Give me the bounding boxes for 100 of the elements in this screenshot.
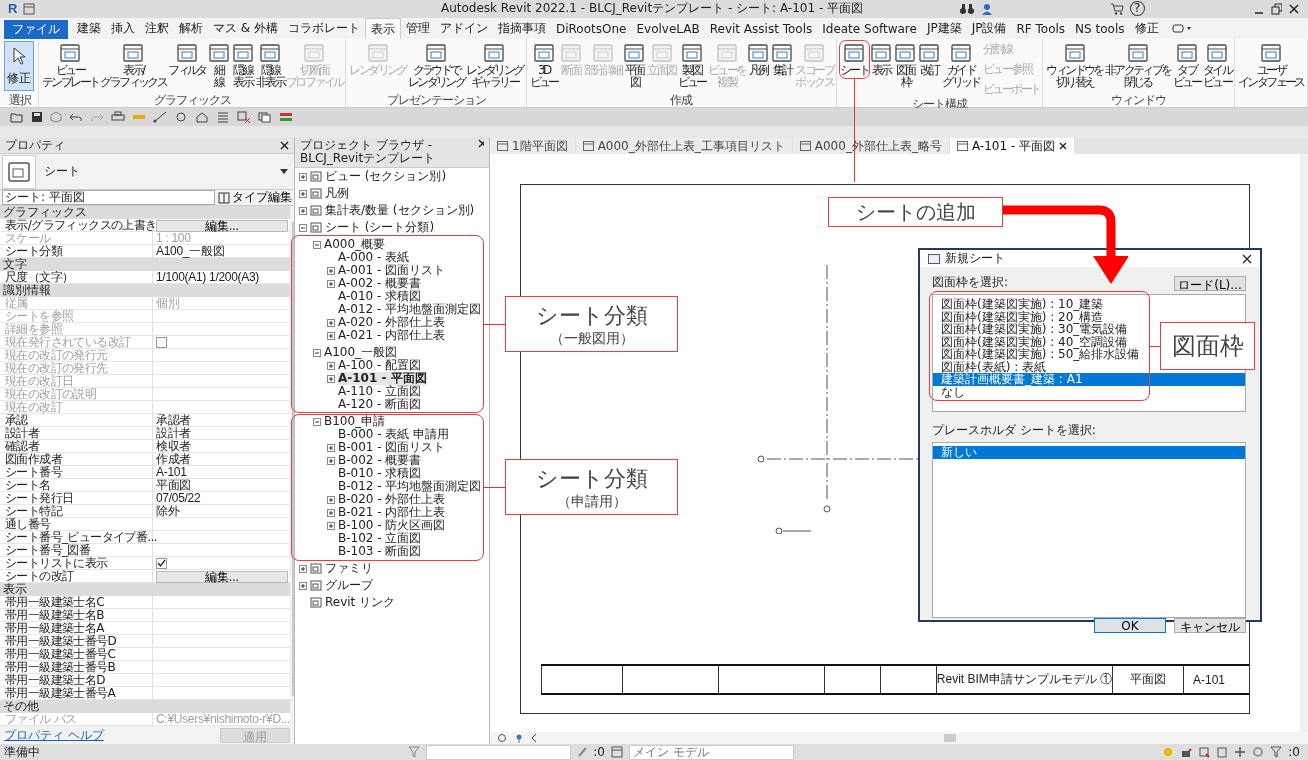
expander-icon[interactable] bbox=[327, 331, 335, 340]
workset-dropdown[interactable]: メイン モデル bbox=[629, 744, 794, 760]
ribbon-tab[interactable]: 注釈 bbox=[140, 17, 174, 40]
ribbon-tab[interactable]: NS tools bbox=[1070, 17, 1130, 40]
ribbon-tab[interactable]: 指摘事項 bbox=[493, 17, 551, 40]
ribbon-tab[interactable]: 修正 bbox=[1129, 17, 1164, 40]
tag-icon[interactable] bbox=[174, 111, 188, 124]
tree-item[interactable]: A-101 - 平面図 bbox=[338, 372, 427, 385]
list-item[interactable]: なし bbox=[933, 385, 967, 398]
modify-button[interactable]: 修正 bbox=[4, 41, 34, 92]
ok-button[interactable]: OK bbox=[1094, 618, 1166, 633]
close-icon[interactable] bbox=[478, 139, 484, 148]
expander-icon[interactable] bbox=[327, 508, 335, 517]
ribbon-tab[interactable]: EvolveLAB bbox=[631, 17, 705, 40]
expander-icon[interactable] bbox=[299, 564, 307, 573]
tree-item[interactable]: A-110 - 立面図 bbox=[338, 385, 422, 398]
section-header[interactable]: その他 bbox=[0, 700, 290, 713]
scrollbar[interactable] bbox=[291, 222, 294, 696]
tree-item[interactable]: B-103 - 断面図 bbox=[338, 545, 422, 558]
tree-item[interactable]: B-012 - 平均地盤面測定図 bbox=[338, 480, 482, 493]
tree-item[interactable]: A000_概要 bbox=[324, 238, 386, 251]
ribbon-tool[interactable]: 改訂 bbox=[917, 41, 942, 78]
file-tab[interactable]: ファイル bbox=[4, 19, 68, 40]
section-header[interactable]: 文字 bbox=[0, 258, 290, 271]
list-item[interactable]: 図面枠(建築図実施) : 10_建築 bbox=[933, 298, 1106, 311]
ribbon-tool[interactable]: ユーザ インタフェース bbox=[1236, 41, 1305, 90]
pencil-icon[interactable] bbox=[577, 746, 588, 758]
tree-item[interactable]: A-120 - 断面図 bbox=[338, 398, 422, 411]
navigation-icon[interactable] bbox=[496, 733, 508, 743]
expander-icon[interactable] bbox=[299, 223, 307, 232]
checkbox[interactable] bbox=[156, 558, 167, 569]
expander-icon[interactable] bbox=[327, 495, 335, 504]
list-item[interactable]: 図面枠(建築図実施) : 40_空調設備 bbox=[933, 335, 1130, 348]
expander-icon[interactable] bbox=[327, 521, 335, 530]
tree-item[interactable]: A-001 - 図面リスト bbox=[338, 264, 446, 277]
tree-item[interactable]: B-000 - 表紙 申請用 bbox=[338, 428, 450, 441]
view-tab[interactable]: A000_外部仕上表_工事項目リスト bbox=[575, 138, 792, 154]
ribbon-tool[interactable]: ウィンドウを 切り替え bbox=[1045, 41, 1104, 90]
close-icon[interactable] bbox=[1242, 253, 1252, 264]
ribbon-tool[interactable]: タイル ビュー bbox=[1201, 41, 1232, 90]
face-select-icon[interactable] bbox=[1216, 746, 1229, 758]
tree-item[interactable]: B-002 - 概要書 bbox=[338, 454, 422, 467]
tree-item[interactable]: A100_一般図 bbox=[324, 346, 398, 359]
expander-icon[interactable] bbox=[327, 279, 335, 288]
expander-icon[interactable] bbox=[313, 417, 321, 426]
restore-icon[interactable] bbox=[1270, 2, 1283, 15]
list-item[interactable]: 建築計画概要書_建築 : A1 bbox=[933, 373, 1245, 386]
close-icon[interactable] bbox=[1059, 142, 1068, 150]
instance-dropdown[interactable]: シート: 平面図 bbox=[2, 190, 215, 205]
cancel-button[interactable]: キャンセル bbox=[1174, 618, 1246, 633]
ribbon-tool[interactable]: クラウドで レンダリング bbox=[406, 41, 466, 90]
ribbon-tool[interactable]: 隠線 非表示 bbox=[254, 41, 286, 90]
tree-item[interactable]: シート (シート分類) bbox=[325, 221, 435, 234]
list-item[interactable]: 図面枠(建築図実施) : 30_電気設備 bbox=[933, 323, 1130, 336]
ribbon-tool[interactable]: 集計 bbox=[770, 41, 795, 78]
load-button[interactable]: ロード(L)... bbox=[1174, 276, 1246, 291]
ribbon-tab[interactable]: マス & 外構 bbox=[208, 17, 283, 40]
ribbon-tab[interactable]: Ideate Software bbox=[817, 17, 922, 40]
view-tab[interactable]: A-101 - 平面図 bbox=[949, 138, 1075, 154]
ribbon-tab[interactable]: 表示 bbox=[365, 17, 401, 40]
binoculars-icon[interactable] bbox=[959, 2, 975, 15]
tree-item[interactable]: B-100 - 防火区画図 bbox=[338, 519, 446, 532]
tree-item[interactable]: B-102 - 立面図 bbox=[338, 532, 422, 545]
layers-icon[interactable] bbox=[279, 111, 293, 124]
type-edit-button[interactable]: タイプ編集 bbox=[218, 189, 292, 206]
tree-item[interactable]: ビュー (セクション別) bbox=[325, 170, 447, 183]
view-tab[interactable]: 1階平面図 bbox=[490, 138, 575, 154]
house-icon[interactable] bbox=[195, 111, 209, 124]
expander-icon[interactable] bbox=[327, 374, 335, 383]
expander-icon[interactable] bbox=[299, 172, 307, 181]
ribbon-tab[interactable]: 挿入 bbox=[106, 17, 140, 40]
list-item[interactable]: 図面枠(建築図実施) : 20_構造 bbox=[933, 310, 1106, 323]
worksets-icon[interactable] bbox=[611, 746, 623, 758]
list-item[interactable]: 図面枠(建築図実施) : 50_給排水設備 bbox=[933, 348, 1142, 361]
section-header[interactable]: 識別情報 bbox=[0, 284, 290, 297]
scrollbar[interactable] bbox=[1300, 154, 1308, 732]
ribbon-tool[interactable]: 細 線 bbox=[206, 41, 231, 90]
properties-help-link[interactable]: プロパティ ヘルプ bbox=[4, 726, 104, 744]
tree-item[interactable]: Revit リンク bbox=[325, 596, 396, 609]
ribbon-tab[interactable]: RF Tools bbox=[1011, 17, 1071, 40]
section-header[interactable]: グラフィックス bbox=[0, 206, 290, 219]
tree-item[interactable]: A-000 - 表紙 bbox=[338, 251, 410, 264]
tree-item[interactable]: B-010 - 求積図 bbox=[338, 467, 422, 480]
ribbon-tool[interactable]: フィルタ bbox=[167, 41, 207, 78]
expander-icon[interactable] bbox=[327, 443, 335, 452]
pin-off-icon[interactable] bbox=[1198, 746, 1211, 758]
close-icon[interactable] bbox=[1288, 2, 1300, 15]
ribbon-tab[interactable]: JP建築 bbox=[921, 17, 967, 40]
tree-item[interactable]: A-012 - 平均地盤面測定図 bbox=[338, 303, 482, 316]
tree-item[interactable]: A-021 - 内部仕上表 bbox=[338, 329, 446, 342]
tree-item[interactable]: B-001 - 図面リスト bbox=[338, 441, 446, 454]
ribbon-tool[interactable]: ビュー テンプレート bbox=[41, 41, 100, 90]
print-icon[interactable] bbox=[111, 111, 125, 124]
tree-item[interactable]: グループ bbox=[325, 579, 373, 592]
ribbon-tab[interactable]: JP設備 bbox=[966, 17, 1012, 40]
tree-item[interactable]: ファミリ bbox=[325, 562, 373, 575]
ribbon-tool[interactable]: 平面 図 bbox=[622, 41, 647, 90]
expander-icon[interactable] bbox=[299, 581, 307, 590]
ribbon-tool[interactable]: 非アクティブを 閉じる bbox=[1103, 41, 1172, 90]
ribbon-tool[interactable]: 図面 枠 bbox=[893, 41, 918, 90]
